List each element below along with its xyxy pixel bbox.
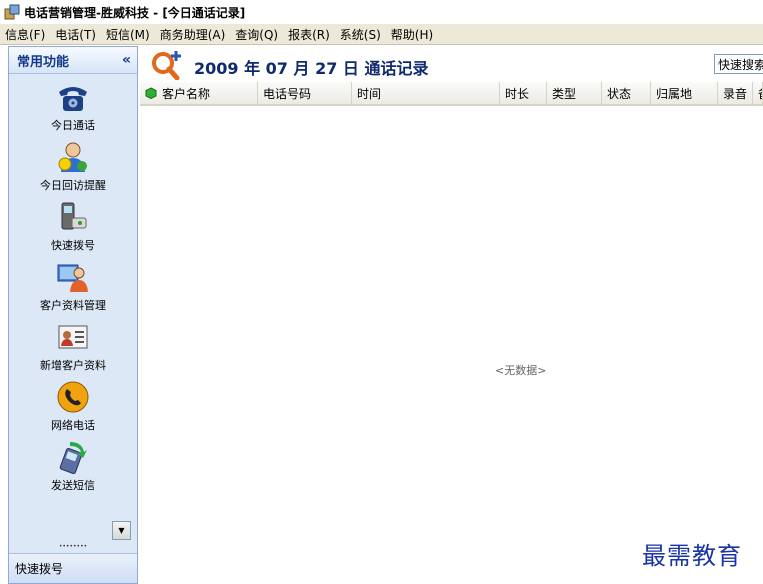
column-phone-number[interactable]: 电话号码: [258, 82, 352, 104]
menu-system[interactable]: 系统(S): [335, 26, 386, 43]
column-type[interactable]: 类型: [547, 82, 602, 104]
menu-bar: 信息(F) 电话(T) 短信(M) 商务助理(A) 查询(Q) 报表(R) 系统…: [0, 24, 763, 45]
menu-help[interactable]: 帮助(H): [386, 26, 438, 43]
column-duration[interactable]: 时长: [500, 82, 547, 104]
column-remark[interactable]: 备: [753, 82, 763, 104]
contact-card-icon: [56, 320, 90, 354]
menu-sms[interactable]: 短信(M): [101, 26, 155, 43]
sidebar: 常用功能 « 今日通话 今日回访提醒 快速拨号 客户资料管理 新增客户资料 网络…: [8, 46, 138, 584]
empty-state-text: <无数据>: [495, 364, 547, 377]
table-header: 客户名称 电话号码 时间 时长 类型 状态 归属地 录音 备: [140, 82, 763, 106]
sidebar-item-label: 今日通话: [51, 119, 95, 132]
scroll-down-icon[interactable]: ▼: [112, 521, 131, 540]
send-sms-icon: [56, 440, 90, 475]
voip-phone-icon: [56, 380, 90, 414]
column-customer-name[interactable]: 客户名称: [140, 82, 258, 104]
menu-query[interactable]: 查询(Q): [230, 26, 283, 43]
column-status[interactable]: 状态: [602, 82, 651, 104]
search-icon: [150, 50, 184, 81]
sidebar-header: 常用功能 «: [9, 47, 137, 74]
sidebar-item-send-sms[interactable]: 发送短信: [9, 434, 137, 494]
record-status-icon: [145, 87, 157, 100]
sidebar-item-label: 发送短信: [51, 479, 95, 492]
telephone-icon: [56, 80, 90, 114]
sidebar-item-label: 快速拨号: [51, 239, 95, 252]
sidebar-item-label: 新增客户资料: [40, 359, 106, 372]
sidebar-item-today-reminder[interactable]: 今日回访提醒: [9, 134, 137, 194]
page-title: 2009 年 07 月 27 日 通话记录: [194, 59, 429, 78]
sidebar-item-label: 今日回访提醒: [40, 179, 106, 192]
column-recording[interactable]: 录音: [718, 82, 753, 104]
window-title: 电话营销管理-胜威科技 - [今日通话记录]: [24, 5, 246, 20]
sidebar-item-speed-dial[interactable]: 快速拨号: [9, 194, 137, 254]
sidebar-item-label: 网络电话: [51, 419, 95, 432]
sidebar-item-voip[interactable]: 网络电话: [9, 374, 137, 434]
watermark-text: 最需教育: [642, 542, 742, 570]
quick-search-input[interactable]: 快速搜索: [714, 54, 763, 74]
title-bar: 电话营销管理-胜威科技 - [今日通话记录]: [0, 0, 763, 24]
call-records-table: 客户名称 电话号码 时间 时长 类型 状态 归属地 录音 备 <无数据>: [140, 82, 763, 584]
user-reminder-icon: [56, 140, 90, 174]
menu-info[interactable]: 信息(F): [0, 26, 50, 43]
sidebar-footer-speed-dial[interactable]: 快速拨号: [9, 553, 137, 583]
app-icon: [4, 4, 20, 20]
splitter-grip[interactable]: ••••••••: [9, 544, 137, 550]
collapse-icon[interactable]: «: [122, 52, 131, 68]
sidebar-item-today-calls[interactable]: 今日通话: [9, 74, 137, 134]
column-time[interactable]: 时间: [352, 82, 500, 104]
menu-reports[interactable]: 报表(R): [283, 26, 335, 43]
customer-computer-icon: [56, 260, 90, 294]
sidebar-list: 今日通话 今日回访提醒 快速拨号 客户资料管理 新增客户资料 网络电话 发送短信: [9, 74, 137, 494]
menu-business-assistant[interactable]: 商务助理(A): [155, 26, 231, 43]
main-header: 2009 年 07 月 27 日 通话记录 快速搜索: [140, 46, 763, 82]
menu-phone[interactable]: 电话(T): [50, 26, 101, 43]
column-location[interactable]: 归属地: [651, 82, 718, 104]
sidebar-item-add-customer[interactable]: 新增客户资料: [9, 314, 137, 374]
sidebar-title: 常用功能: [17, 54, 70, 70]
mobile-phone-icon: [56, 200, 90, 234]
sidebar-item-label: 客户资料管理: [40, 299, 106, 312]
sidebar-item-customer-management[interactable]: 客户资料管理: [9, 254, 137, 314]
